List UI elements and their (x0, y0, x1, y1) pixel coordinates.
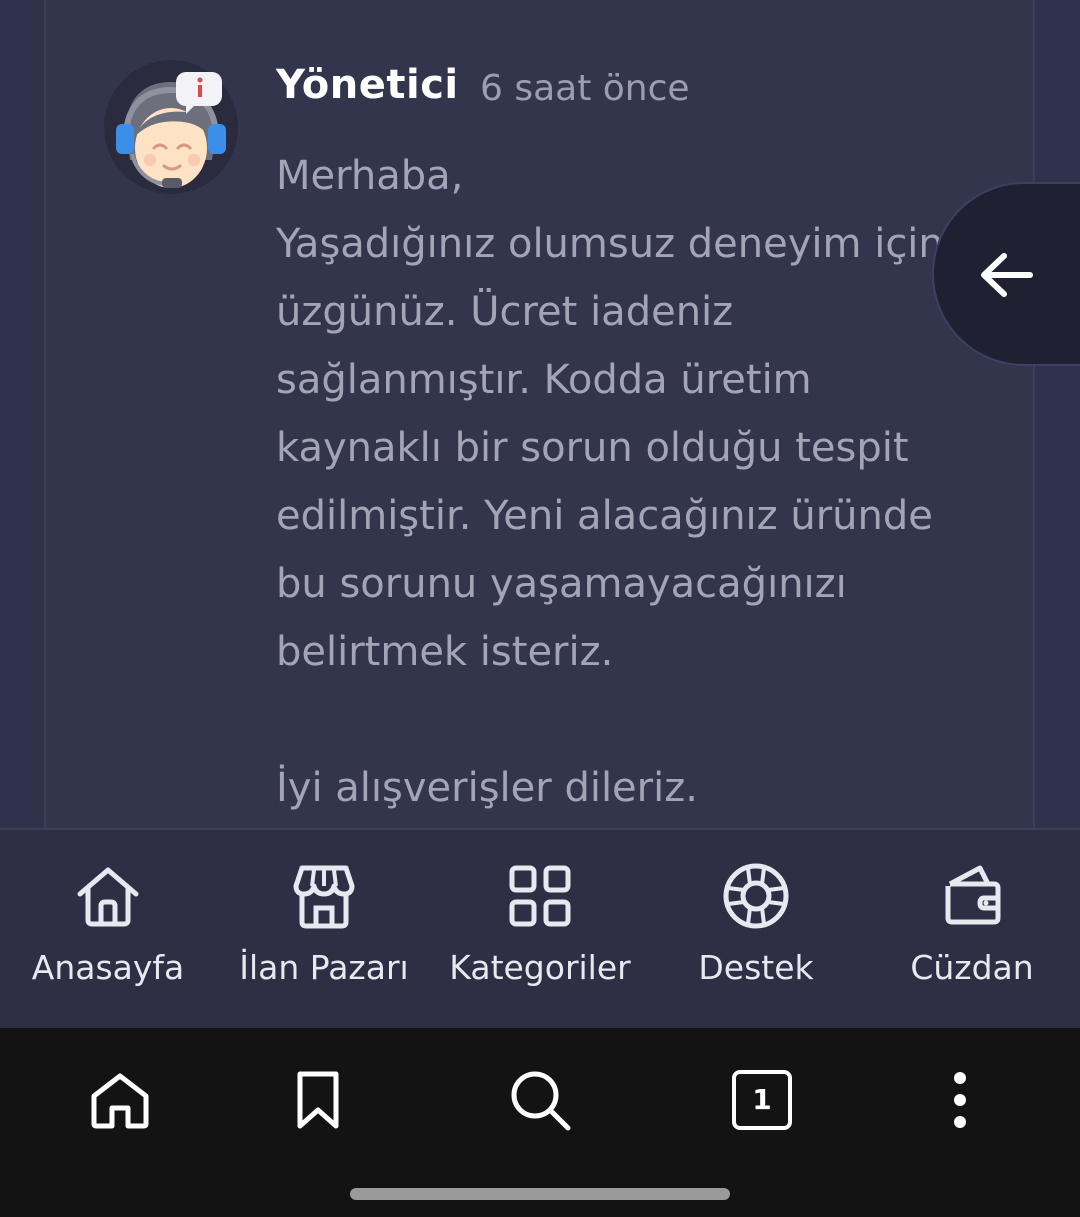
grid-icon (509, 865, 571, 927)
browser-tabs-button[interactable]: 1 (732, 1070, 792, 1130)
browser-menu-button[interactable] (928, 1068, 992, 1132)
browser-home-button[interactable] (88, 1068, 152, 1132)
arrow-left-icon (981, 253, 1033, 297)
comment-area: Yönetici 6 saat önce Merhaba, Yaşadığını… (0, 0, 1080, 828)
browser-toolbar: 1 (0, 1028, 1080, 1217)
nav-item-destek[interactable]: Destek (648, 860, 864, 1010)
comment-greeting: Merhaba, (276, 153, 464, 199)
browser-search-button[interactable] (508, 1068, 572, 1132)
lifebuoy-icon (723, 863, 789, 929)
home-icon (91, 1073, 149, 1129)
page: Yönetici 6 saat önce Merhaba, Yaşadığını… (0, 0, 1080, 1217)
comment-author: Yönetici (276, 62, 459, 108)
comment-body: Merhaba, Yaşadığınız olumsuz deneyim içi… (276, 142, 976, 822)
browser-bookmark-button[interactable] (286, 1068, 350, 1132)
more-vertical-icon (954, 1072, 966, 1128)
store-icon (293, 865, 355, 929)
nav-label: Kategoriler (449, 948, 631, 987)
bookmark-icon (297, 1071, 339, 1129)
home-icon (77, 867, 139, 927)
nav-item-ilan-pazari[interactable]: İlan Pazarı (216, 860, 432, 1010)
nav-label: Cüzdan (910, 948, 1034, 987)
support-avatar (104, 60, 238, 194)
comment-paragraph: Yaşadığınız olumsuz deneyim için üzgünüz… (276, 221, 944, 675)
comment-closing: İyi alışverişler dileriz. (276, 765, 698, 811)
nav-label: Anasayfa (31, 948, 185, 987)
comment-timestamp: 6 saat önce (480, 68, 690, 109)
nav-item-cuzdan[interactable]: Cüzdan (864, 860, 1080, 1010)
support-agent-icon (107, 63, 235, 191)
nav-label: İlan Pazarı (239, 948, 409, 987)
wallet-icon (945, 865, 1001, 925)
nav-item-anasayfa[interactable]: Anasayfa (0, 860, 216, 1010)
nav-label: Destek (698, 948, 814, 987)
gesture-handle[interactable] (350, 1188, 730, 1200)
nav-item-kategoriler[interactable]: Kategoriler (432, 860, 648, 1010)
search-icon (511, 1071, 571, 1131)
bottom-navigation: Anasayfa İlan Pazarı Kategoriler Destek … (0, 828, 1080, 1028)
